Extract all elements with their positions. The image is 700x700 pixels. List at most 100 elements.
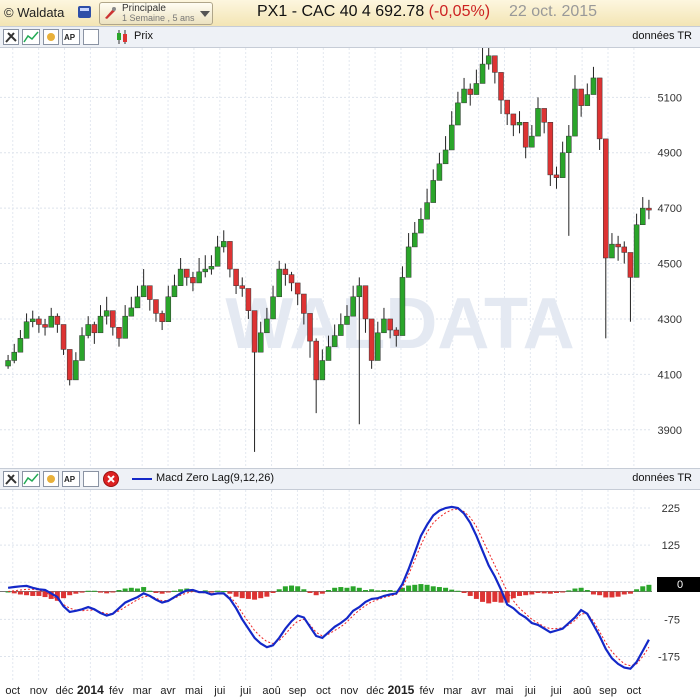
tools-icon[interactable]: [3, 29, 19, 45]
chevron-down-icon: [200, 11, 210, 17]
indicator-icon[interactable]: [43, 471, 59, 487]
x-tick-label: aoû: [573, 685, 591, 697]
histogram-bar: [98, 591, 104, 593]
histogram-bar: [153, 591, 159, 593]
macd-chart[interactable]: 22512525-75-175 0: [0, 490, 700, 680]
macd-series-label: Macd Zero Lag(9,12,26): [156, 472, 275, 484]
x-tick-label: mai: [185, 685, 203, 697]
line-chart-icon[interactable]: [22, 29, 40, 45]
histogram-bar: [424, 584, 430, 592]
histogram-bar: [295, 586, 301, 592]
histogram-bar: [486, 591, 492, 604]
histogram-bar: [535, 591, 541, 593]
line-chart-icon[interactable]: [22, 471, 40, 487]
histogram-bar: [24, 591, 30, 596]
histogram-bar: [646, 584, 652, 592]
panel-toggle-icon[interactable]: [83, 471, 99, 487]
histogram-bar: [116, 590, 122, 592]
panel-toggle-icon[interactable]: [83, 29, 99, 45]
y-tick-label: 4900: [658, 148, 682, 160]
histogram-bar: [510, 591, 516, 599]
histogram-bar: [584, 590, 590, 592]
histogram-bar: [387, 590, 393, 592]
histogram-bar: [449, 589, 455, 592]
histogram-bar: [221, 591, 227, 593]
histogram-bar: [276, 589, 282, 592]
histogram-bar: [517, 591, 523, 596]
histogram-bar: [597, 591, 603, 596]
x-tick-label: déc: [366, 685, 384, 697]
histogram-bar: [233, 591, 239, 597]
x-tick-label: avr: [160, 685, 176, 697]
close-icon[interactable]: [103, 471, 119, 487]
histogram-bar: [609, 591, 615, 598]
ticker-quote: PX1 - CAC 40 4 692.78 (-0,05%): [257, 3, 490, 21]
x-tick-label: avr: [471, 685, 487, 697]
histogram-bar: [134, 588, 140, 592]
histogram-bar: [338, 587, 344, 592]
price-series-label: Prix: [134, 30, 153, 42]
histogram-bar: [375, 590, 381, 592]
histogram-bar: [578, 587, 584, 592]
histogram-bar: [208, 591, 214, 593]
x-tick-label: 2014: [77, 683, 104, 697]
histogram-bar: [85, 590, 91, 592]
histogram-bar: [523, 591, 529, 596]
y-tick-label: 4700: [658, 203, 682, 215]
x-tick-label: sep: [289, 685, 307, 697]
ap-icon[interactable]: AP: [62, 471, 80, 487]
histogram-bar: [634, 589, 640, 592]
histogram-bar: [480, 591, 486, 602]
histogram-bar: [640, 586, 646, 592]
histogram-bar: [492, 591, 498, 602]
y-tick-label: 5100: [658, 92, 682, 104]
period-selector[interactable]: Principale 1 Semaine , 5 ans: [99, 2, 213, 25]
histogram-bar: [79, 591, 85, 593]
histogram-bar: [159, 591, 165, 594]
x-tick-label: mai: [496, 685, 514, 697]
histogram-bar: [332, 587, 338, 592]
histogram-bar: [264, 591, 270, 597]
histogram-bar: [319, 591, 325, 594]
histogram-bar: [215, 590, 221, 592]
x-tick-label: nov: [340, 685, 358, 697]
histogram-bar: [36, 591, 42, 596]
histogram-bar: [615, 591, 621, 597]
x-tick-label: mar: [133, 685, 152, 697]
candle-icon: [117, 30, 127, 44]
histogram-bar: [436, 587, 442, 592]
price-toolbar: AP Prix données TR: [0, 26, 700, 48]
ap-icon[interactable]: AP: [62, 29, 80, 45]
price-chart[interactable]: WALDATA 3900410043004500470049005100: [0, 48, 700, 468]
histogram-bar: [529, 591, 535, 595]
histogram-bar: [344, 587, 350, 592]
book-icon[interactable]: [76, 3, 94, 21]
histogram-bar: [418, 584, 424, 592]
histogram-bar: [406, 585, 412, 592]
y-tick-label: 4500: [658, 259, 682, 271]
x-tick-label: fév: [109, 685, 124, 697]
histogram-bar: [566, 590, 572, 592]
histogram-bar: [147, 590, 153, 592]
x-tick-label: jui: [524, 685, 536, 697]
x-tick-label: déc: [56, 685, 74, 697]
x-tick-label: 2015: [388, 683, 415, 697]
y-tick-label: 3900: [658, 425, 682, 437]
title-bar: © Waldata Principale 1 Semaine , 5 ans P…: [0, 0, 700, 27]
y-tick-label: 4100: [658, 369, 682, 381]
tools-icon[interactable]: [3, 471, 19, 487]
histogram-bar: [350, 586, 356, 592]
histogram-bar: [430, 586, 436, 592]
histogram-bar: [289, 585, 295, 592]
y-tick-label: 225: [662, 503, 680, 515]
selector-subtitle: 1 Semaine , 5 ans: [122, 13, 195, 23]
macd-toolbar: AP Macd Zero Lag(9,12,26) données TR: [0, 468, 700, 490]
indicator-icon[interactable]: [43, 29, 59, 45]
current-value-label: 0: [677, 579, 683, 591]
change-label: (-0,05%): [428, 3, 491, 20]
histogram-bar: [381, 590, 387, 592]
histogram-bar: [91, 590, 97, 592]
histogram-bar: [627, 591, 633, 594]
histogram-bar: [270, 591, 276, 593]
date-label: 22 oct. 2015: [509, 3, 598, 20]
